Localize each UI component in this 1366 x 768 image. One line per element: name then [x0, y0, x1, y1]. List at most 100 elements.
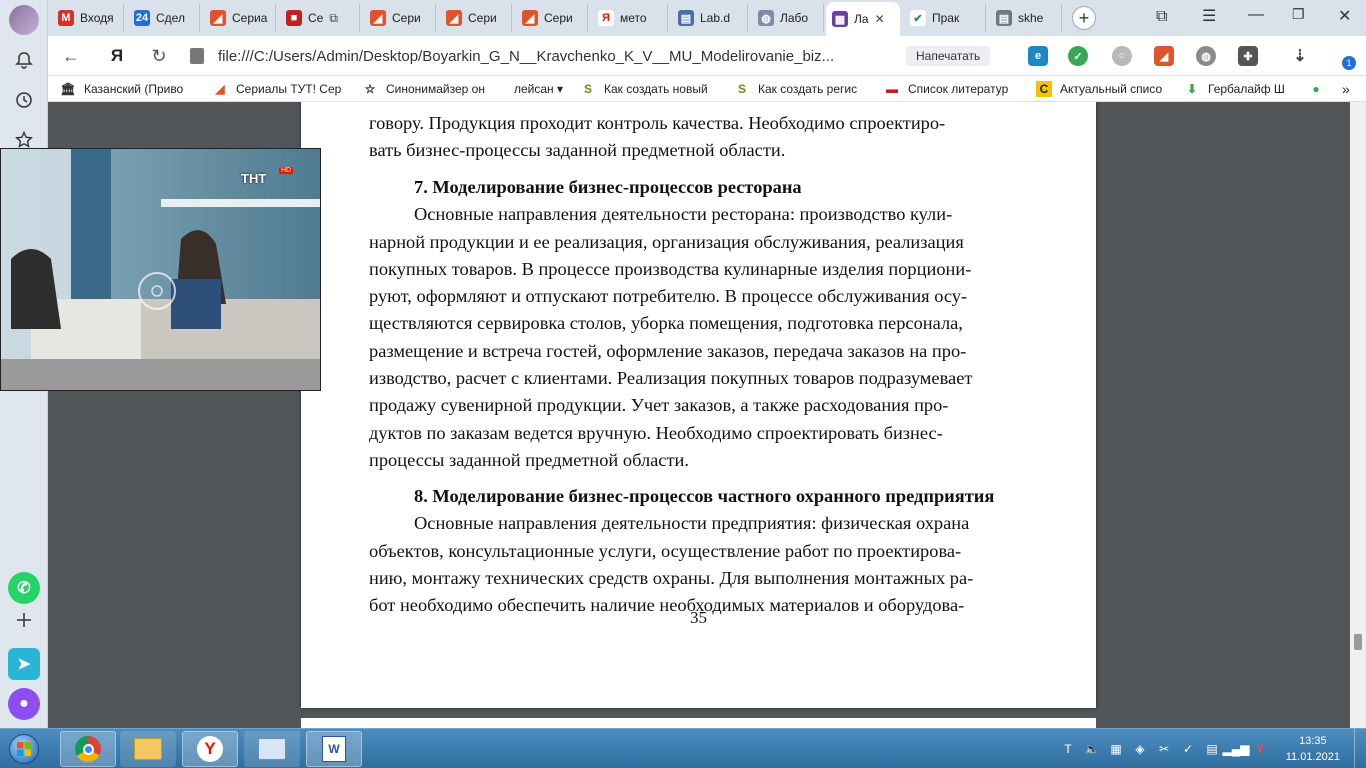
tab-4[interactable]: ◢ Сери: [364, 4, 436, 32]
text-line: изводство, расчет с клиентами. Реализаци…: [369, 368, 973, 389]
bookmark-item[interactable]: S Как создать новый: [580, 80, 720, 98]
tab-label: Сери: [544, 11, 573, 25]
new-tab-plus-icon[interactable]: +: [1072, 6, 1096, 30]
plus-icon[interactable]: [8, 604, 40, 636]
speaker-icon[interactable]: 🔈: [1084, 741, 1100, 757]
bookmark-item[interactable]: ☆ Синонимайзер он: [362, 80, 498, 98]
tab-3[interactable]: ■ Се ⧉: [280, 4, 360, 32]
security-icon[interactable]: ◈: [1132, 741, 1148, 757]
text-line: ществляются сервировка столов, уборка по…: [369, 313, 963, 334]
text-line: продажу сувенирной продукции. Учет заказ…: [369, 395, 949, 416]
video-pip-window[interactable]: ТНТ HD: [0, 148, 321, 391]
bookmark-item[interactable]: C Актуальный списо: [1036, 80, 1170, 98]
app-tray-icon[interactable]: ▦: [1108, 741, 1124, 757]
download-arrow-icon: ⬇: [1186, 82, 1198, 96]
whatsapp-icon[interactable]: ✆: [8, 572, 40, 604]
bookmark-item[interactable]: 🏛 Казанский (Приво: [60, 80, 200, 98]
clipboard-icon[interactable]: ▤: [1204, 741, 1220, 757]
pdf-page: говору. Продукция проходит контроль каче…: [301, 102, 1096, 708]
tab-5[interactable]: ◢ Сери: [440, 4, 512, 32]
section-7: 7. Моделирование бизнес-процессов рестор…: [369, 174, 1011, 474]
print-button[interactable]: Напечатать: [906, 46, 991, 66]
yandex-taskbar-button[interactable]: Y: [182, 731, 238, 767]
vertical-scrollbar[interactable]: [1350, 102, 1366, 728]
yandex-browser-icon: Y: [197, 736, 223, 762]
tab-12[interactable]: ▤ skhe: [990, 4, 1062, 32]
signal-icon[interactable]: ▂▄▆: [1223, 741, 1250, 757]
tab-label: Прак: [932, 11, 960, 25]
bookmark-item[interactable]: ◢ Сериалы ТУТ! Сер: [212, 80, 348, 98]
tab-label: Lab.d: [700, 11, 731, 25]
serials-icon: ◢: [370, 10, 386, 26]
bookmark-folder[interactable]: лейсан ▾: [514, 80, 578, 98]
tab-6[interactable]: ◢ Сери: [516, 4, 588, 32]
folder-icon: [134, 738, 162, 760]
extension-puzzle-icon[interactable]: ✚: [1238, 46, 1258, 66]
yandex-icon: Я: [598, 10, 614, 26]
shield-check-icon[interactable]: ✓: [1180, 741, 1196, 757]
tab-9[interactable]: ◍ Лабо: [752, 4, 824, 32]
minimize-icon[interactable]: —: [1248, 6, 1264, 24]
page-number: 35: [690, 608, 707, 627]
bookmark-item[interactable]: S Как создать регис: [734, 80, 872, 98]
shield-icon[interactable]: ✓: [1068, 46, 1088, 66]
reload-icon[interactable]: ↻: [146, 44, 172, 68]
document-icon: ▤: [678, 10, 694, 26]
picture-in-picture-icon[interactable]: ⧉: [329, 11, 338, 26]
explorer-taskbar-button[interactable]: [120, 731, 176, 767]
tab-1[interactable]: 24 Сдел: [128, 4, 200, 32]
text-line: нию, монтажу технических средств охраны.…: [369, 567, 974, 588]
tab-8[interactable]: ▤ Lab.d: [672, 4, 748, 32]
alice-icon[interactable]: ●: [8, 688, 40, 720]
close-icon[interactable]: ✕: [875, 12, 885, 26]
teams-icon[interactable]: T: [1060, 741, 1076, 757]
leaf-icon: ●: [1312, 82, 1320, 96]
downloads-icon[interactable]: ⇣: [1290, 46, 1310, 66]
tab-10-active[interactable]: ▦ Ла ✕: [826, 2, 900, 36]
yandex-tray-icon[interactable]: Y: [1252, 741, 1268, 757]
scroll-thumb[interactable]: [1354, 634, 1362, 650]
close-window-icon[interactable]: ✕: [1338, 6, 1351, 26]
hd-badge: HD: [279, 167, 294, 174]
show-desktop-button[interactable]: [1354, 729, 1366, 768]
text-line: нарной продукции и ее реализация, органи…: [369, 231, 964, 252]
windows-taskbar: Y W T 🔈 ▦ ◈ ✂ ✓ ▤ ▂▄▆ Y 13:35 11.01.2021: [0, 728, 1366, 768]
more-bookmarks-icon[interactable]: »: [1342, 80, 1356, 98]
serials-ext-icon[interactable]: ◢: [1154, 46, 1174, 66]
restore-icon[interactable]: ❐: [1292, 6, 1305, 23]
lens-icon[interactable]: ○: [1112, 46, 1132, 66]
bell-icon[interactable]: [8, 44, 40, 76]
start-button[interactable]: [4, 731, 44, 767]
tab-label: Сериа: [232, 11, 268, 25]
clock[interactable]: 13:35 11.01.2021: [1286, 733, 1340, 765]
bookmark-label: Актуальный списо: [1060, 82, 1163, 96]
tab-0[interactable]: M Входя: [52, 4, 124, 32]
back-icon[interactable]: ←: [58, 44, 84, 68]
chrome-taskbar-button[interactable]: [60, 731, 116, 767]
tab-11[interactable]: ✔ Прак: [904, 4, 986, 32]
text-line: дуктов по заказам ведется вручную. Необх…: [369, 422, 943, 443]
s-logo-icon: S: [737, 82, 746, 96]
paper-plane-icon[interactable]: ➤: [8, 648, 40, 680]
clock-time: 13:35: [1299, 735, 1327, 747]
menu-icon[interactable]: ☰: [1202, 6, 1216, 26]
yandex-logo-icon[interactable]: Я: [104, 44, 130, 68]
globe-icon[interactable]: ◍: [1196, 46, 1216, 66]
word-taskbar-button[interactable]: W: [306, 731, 362, 767]
bookmark-item[interactable]: ▬ Список литератур: [884, 80, 1020, 98]
bookmark-label: Казанский (Приво: [84, 82, 184, 96]
tabs-switch-icon[interactable]: ⧉: [1156, 8, 1167, 26]
text-line: процессы заданной предметной области.: [369, 449, 689, 470]
clock-icon[interactable]: [8, 84, 40, 116]
tool-icon[interactable]: ✂: [1156, 741, 1172, 757]
herbalife-icon[interactable]: ●: [1308, 80, 1328, 98]
c-logo-icon: C: [1036, 81, 1052, 97]
tab-7[interactable]: Я мето: [592, 4, 668, 32]
control-panel-taskbar-button[interactable]: [244, 731, 300, 767]
url-field[interactable]: file:///C:/Users/Admin/Desktop/Boyarkin_…: [218, 42, 908, 70]
bookmark-item[interactable]: ⬇ Гербалайф Ш: [1184, 80, 1294, 98]
word-icon: W: [322, 736, 346, 762]
extension-icon[interactable]: e: [1028, 46, 1048, 66]
tab-2[interactable]: ◢ Сериа: [204, 4, 276, 32]
avatar[interactable]: [8, 4, 40, 36]
